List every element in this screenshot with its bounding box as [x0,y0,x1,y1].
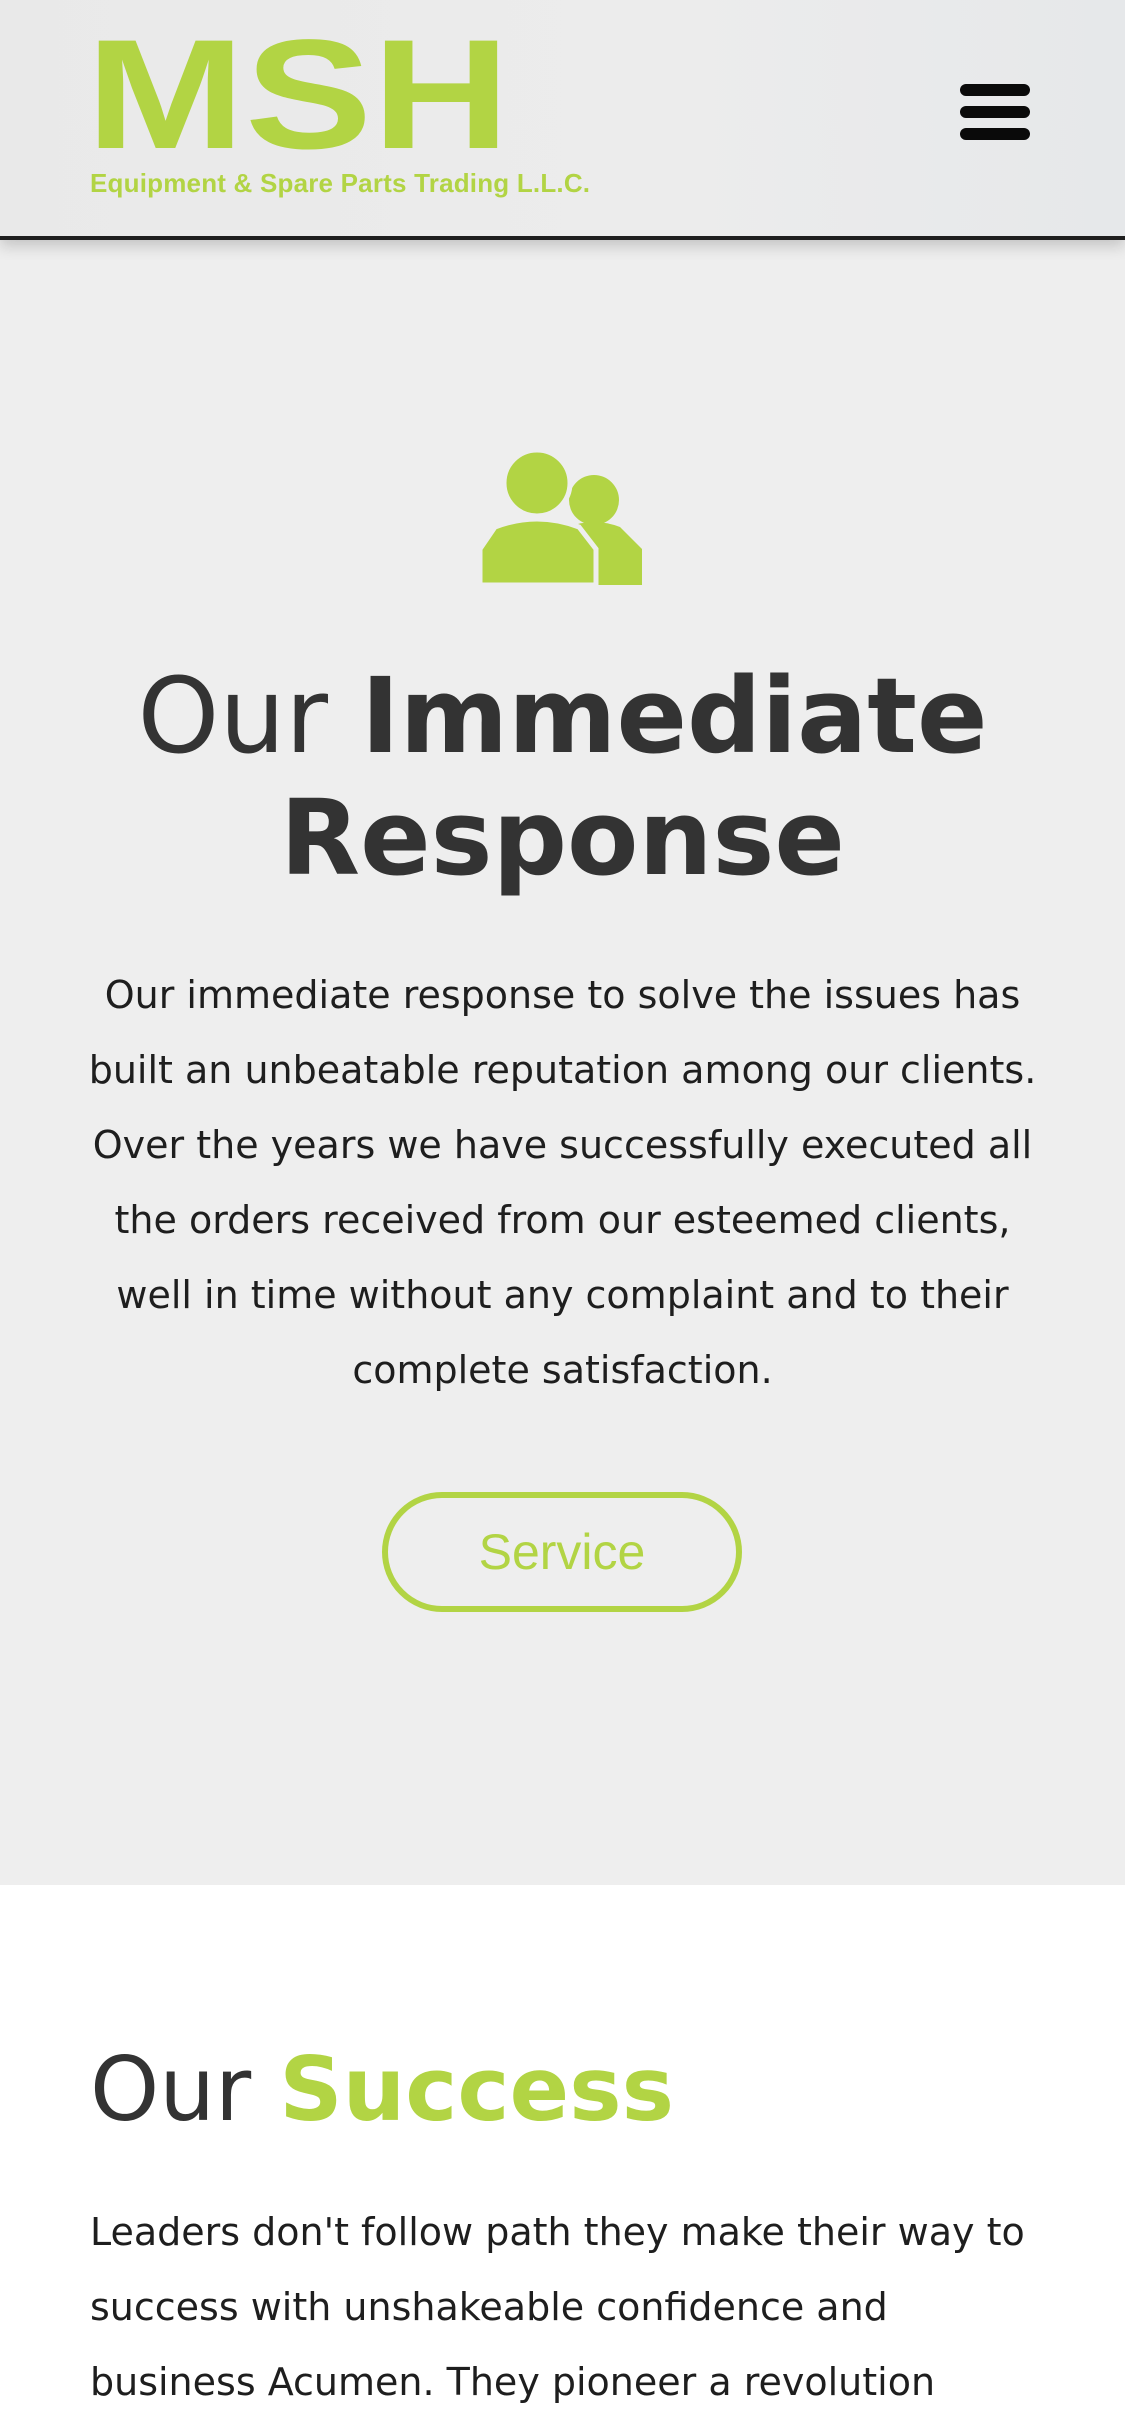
success-title-dark: Our [90,2038,280,2141]
success-title: Our Success [90,2035,674,2145]
logo-text: MSH [90,36,510,156]
immediate-response-section: Our Immediate Response Our immediate res… [0,240,1125,1885]
response-title-bold: Immediate Response [280,655,988,899]
response-title: Our Immediate Response [0,655,1125,899]
service-button[interactable]: Service [382,1492,742,1612]
response-title-light: Our [137,655,362,777]
brand-logo[interactable]: MSH Equipment & Spare Parts Trading L.L.… [90,36,590,204]
success-paragraph: Leaders don't follow path they make thei… [90,2210,1025,2404]
site-header: MSH Equipment & Spare Parts Trading L.L.… [0,0,1125,240]
response-paragraph: Our immediate response to solve the issu… [88,973,1037,1392]
success-title-accent: Success [279,2038,674,2141]
success-section: Our Success Leaders don't follow path th… [0,1885,1125,2436]
hamburger-menu-icon[interactable] [960,82,1034,142]
logo-letters: MSH [90,36,510,156]
users-icon [477,445,645,588]
logo-subtitle: Equipment & Spare Parts Trading L.L.C. [90,168,591,198]
